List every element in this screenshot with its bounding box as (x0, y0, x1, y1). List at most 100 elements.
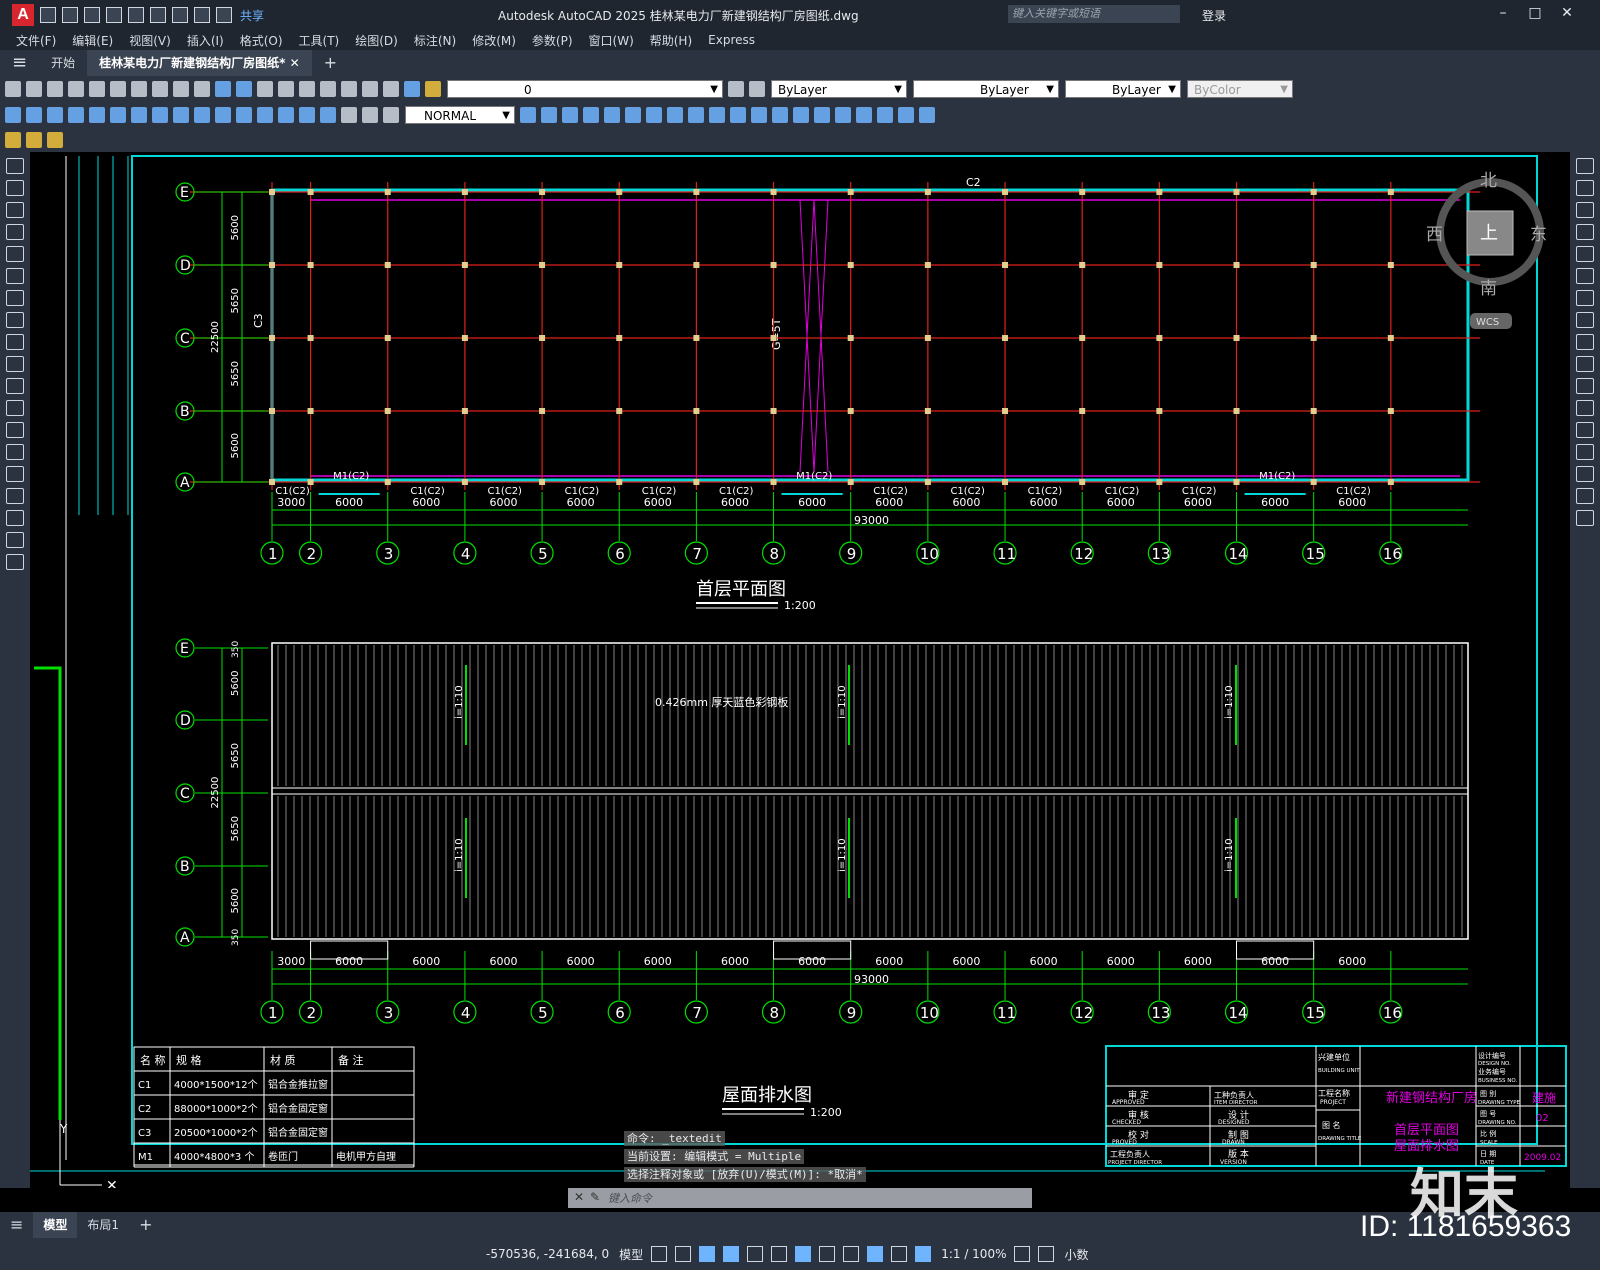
menu-parametric[interactable]: 参数(P) (532, 32, 573, 49)
center-mark-icon[interactable] (278, 107, 294, 123)
dimension-text-edit-icon[interactable] (362, 107, 378, 123)
extend-icon[interactable] (709, 107, 725, 123)
lineweight-dropdown[interactable]: ByLayer ▼ (1065, 80, 1181, 98)
chamfer-icon[interactable] (1576, 466, 1594, 482)
make-block-icon[interactable] (6, 422, 24, 438)
revcloud-icon[interactable] (6, 312, 24, 328)
redo-icon[interactable] (236, 81, 252, 97)
calculator-icon[interactable] (383, 81, 399, 97)
copy-object-icon[interactable] (541, 107, 557, 123)
hatch-icon[interactable] (6, 466, 24, 482)
line-icon[interactable] (6, 158, 24, 174)
move-icon[interactable] (520, 107, 536, 123)
viewcube-north[interactable]: 北 (1480, 171, 1497, 191)
units-dropdown[interactable]: 小数 (1064, 1246, 1088, 1263)
chamfer-icon[interactable] (772, 107, 788, 123)
zoom-window-icon[interactable] (299, 81, 315, 97)
region-icon[interactable] (856, 107, 872, 123)
menu-modify[interactable]: 修改(M) (472, 32, 516, 49)
circle-icon[interactable] (6, 290, 24, 306)
zoom-realtime-icon[interactable] (278, 81, 294, 97)
tab-close-icon[interactable]: ✕ (290, 56, 300, 70)
close-command-icon[interactable]: ✕ (574, 1190, 584, 1204)
attribute-edit-icon[interactable] (5, 132, 21, 148)
aligned-dimension-icon[interactable] (26, 107, 42, 123)
maximize-icon[interactable]: □ (1520, 5, 1550, 21)
model-space-button[interactable]: 模型 (619, 1246, 643, 1263)
construction-line-icon[interactable] (6, 180, 24, 196)
dynamic-ucs-icon[interactable] (891, 1246, 908, 1262)
arc-icon[interactable] (6, 268, 24, 284)
tool-palettes-icon[interactable] (362, 81, 378, 97)
join-icon[interactable] (1576, 444, 1594, 460)
offset-icon[interactable] (583, 107, 599, 123)
scale-icon[interactable] (1576, 312, 1594, 328)
trim-icon[interactable] (688, 107, 704, 123)
object-snap-tracking-icon[interactable] (771, 1246, 788, 1262)
lineweight-icon[interactable] (819, 1246, 836, 1262)
layer-previous-icon[interactable] (749, 81, 765, 97)
menu-file[interactable]: 文件(F) (16, 32, 56, 49)
open-icon[interactable] (26, 81, 42, 97)
break-at-point-icon[interactable] (1576, 400, 1594, 416)
selection-cycling-icon[interactable] (867, 1246, 884, 1262)
close-icon[interactable]: ✕ (1552, 5, 1582, 21)
tab-model[interactable]: 模型 (33, 1212, 78, 1238)
extend-icon[interactable] (1576, 378, 1594, 394)
dimension-update-icon[interactable] (383, 107, 399, 123)
command-line[interactable]: ✕ ✎ 键入命令 (568, 1188, 1032, 1208)
annotation-visibility-icon[interactable] (915, 1246, 932, 1262)
mtext-icon[interactable] (6, 554, 24, 570)
xref-icon[interactable] (47, 132, 63, 148)
jogged-dimension-icon[interactable] (110, 107, 126, 123)
menu-help[interactable]: 帮助(H) (650, 32, 692, 49)
dimension-space-icon[interactable] (236, 107, 252, 123)
baseline-dimension-icon[interactable] (194, 107, 210, 123)
share-button[interactable]: 共享 (240, 7, 264, 24)
fillet-icon[interactable] (1576, 488, 1594, 504)
array-icon[interactable] (604, 107, 620, 123)
cut-icon[interactable] (131, 81, 147, 97)
customize-command-icon[interactable]: ✎ (590, 1190, 600, 1204)
polar-icon[interactable] (723, 1246, 740, 1262)
menu-edit[interactable]: 编辑(E) (72, 32, 113, 49)
block-editor-icon[interactable] (26, 132, 42, 148)
paste-icon[interactable] (173, 81, 189, 97)
mirror-icon[interactable] (1576, 202, 1594, 218)
menu-insert[interactable]: 插入(I) (187, 32, 224, 49)
stretch-icon[interactable] (1576, 334, 1594, 350)
point-icon[interactable] (6, 444, 24, 460)
fillet-icon[interactable] (793, 107, 809, 123)
viewcube-east[interactable]: 东 (1530, 225, 1547, 245)
boundary-icon[interactable] (877, 107, 893, 123)
trim-icon[interactable] (1576, 356, 1594, 372)
dimstyle-dropdown[interactable]: NORMAL ▼ (405, 106, 515, 124)
copy-object-icon[interactable] (1576, 180, 1594, 196)
web-save-icon[interactable] (150, 7, 166, 23)
erase-icon[interactable] (835, 107, 851, 123)
object-snap-icon[interactable] (795, 1246, 812, 1262)
insert-block-icon[interactable] (6, 400, 24, 416)
polygon-icon[interactable] (6, 224, 24, 240)
wipeout-icon[interactable] (898, 107, 914, 123)
save-as-icon[interactable] (106, 7, 122, 23)
drawing-canvas[interactable]: Y ✕ C2 C3 G=5T E D C B A 5600 5650 5650 5600 2250… (30, 152, 1570, 1194)
stretch-icon[interactable] (667, 107, 683, 123)
join-icon[interactable] (751, 107, 767, 123)
copy-icon[interactable] (152, 81, 168, 97)
grid-icon[interactable] (651, 1246, 668, 1262)
radius-dimension-icon[interactable] (89, 107, 105, 123)
scale-icon[interactable] (646, 107, 662, 123)
viewcube-west[interactable]: 西 (1426, 225, 1443, 245)
quick-dimension-icon[interactable] (173, 107, 189, 123)
polyline-icon[interactable] (6, 202, 24, 218)
arc-length-icon[interactable] (47, 107, 63, 123)
menu-dimension[interactable]: 标注(N) (414, 32, 456, 49)
explode-icon[interactable] (1576, 510, 1594, 526)
command-input[interactable]: 键入命令 (608, 1190, 652, 1206)
pan-icon[interactable] (257, 81, 273, 97)
tab-start[interactable]: 开始 (39, 50, 87, 76)
ellipse-arc-icon[interactable] (6, 378, 24, 394)
tab-document[interactable]: 桂林某电力厂新建钢结构厂房图纸* ✕ (87, 50, 312, 76)
linear-dimension-icon[interactable] (5, 107, 21, 123)
